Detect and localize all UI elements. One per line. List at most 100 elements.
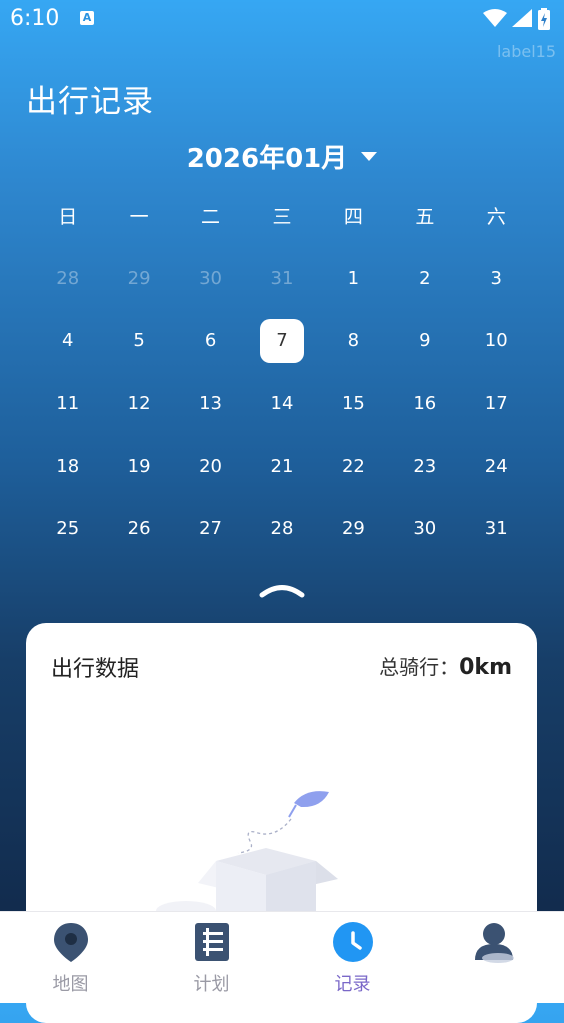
calendar-week-row: 4 5 6 7 8 9 10 bbox=[32, 310, 532, 373]
calendar-day[interactable]: 1 bbox=[318, 247, 389, 310]
bottom-nav: 地图 计划 记录 bbox=[0, 911, 564, 1003]
calendar-day-number: 13 bbox=[199, 392, 222, 414]
calendar-day[interactable]: 30 bbox=[389, 497, 460, 560]
calendar-day[interactable]: 6 bbox=[175, 310, 246, 373]
calendar-grid: 28 29 30 31 1 2 3 4 5 6 7 8 9 10 11 12 13 14 15 16 17 18 19 20 2… bbox=[32, 247, 532, 560]
calendar-day-number: 28 bbox=[270, 518, 294, 540]
month-selector[interactable]: 2026年01月 bbox=[0, 138, 564, 178]
calendar-day[interactable]: 31 bbox=[461, 497, 532, 560]
status-icons bbox=[482, 8, 554, 30]
calendar-day[interactable]: 5 bbox=[103, 310, 174, 373]
calendar-week-row: 28 29 30 31 1 2 3 bbox=[32, 247, 532, 310]
calendar-day[interactable]: 24 bbox=[461, 435, 532, 498]
weekday-label: 四 bbox=[343, 206, 363, 228]
status-time: 6:10 bbox=[10, 6, 60, 31]
calendar-day-number: 24 bbox=[484, 455, 508, 477]
calendar-day[interactable]: 31 bbox=[246, 247, 317, 310]
weekday-label: 六 bbox=[486, 206, 506, 228]
notification-a-icon: A bbox=[80, 11, 94, 25]
calendar-day-number: 21 bbox=[270, 455, 294, 477]
calendar-day-number: 31 bbox=[484, 518, 508, 540]
calendar-day-number: 12 bbox=[127, 392, 151, 414]
calendar-day[interactable]: 30 bbox=[175, 247, 246, 310]
debug-label: label15 bbox=[496, 42, 556, 61]
calendar-day-number: 3 bbox=[490, 267, 502, 289]
empty-box-illustration bbox=[156, 791, 338, 923]
calendar-day[interactable]: 16 bbox=[389, 372, 460, 435]
calendar-day-number: 9 bbox=[419, 330, 431, 352]
calendar-day-number: 29 bbox=[127, 267, 151, 289]
calendar-day[interactable]: 11 bbox=[32, 372, 103, 435]
calendar-day-number: 19 bbox=[127, 455, 151, 477]
nav-label-record: 记录 bbox=[334, 974, 371, 995]
calendar-day-number: 14 bbox=[270, 392, 294, 414]
chevron-up-icon[interactable] bbox=[259, 580, 305, 602]
calendar-day[interactable]: 28 bbox=[32, 247, 103, 310]
signal-icon bbox=[512, 9, 532, 27]
calendar-day[interactable]: 21 bbox=[246, 435, 317, 498]
calendar-day[interactable]: 8 bbox=[318, 310, 389, 373]
calendar-day-number: 17 bbox=[484, 392, 508, 414]
nav-label-plan: 计划 bbox=[193, 974, 230, 995]
calendar-day[interactable]: 3 bbox=[461, 247, 532, 310]
calendar-day[interactable]: 9 bbox=[389, 310, 460, 373]
calendar-day-number: 4 bbox=[61, 330, 74, 352]
calendar-day-number: 15 bbox=[341, 392, 365, 414]
month-label: 2026年01月 bbox=[186, 144, 348, 174]
calendar-day-number: 5 bbox=[133, 330, 145, 352]
calendar-day[interactable]: 29 bbox=[103, 247, 174, 310]
calendar-day[interactable]: 14 bbox=[246, 372, 317, 435]
calendar-day-number: 7 bbox=[259, 318, 304, 363]
calendar-day[interactable]: 26 bbox=[103, 497, 174, 560]
weekday-label: 二 bbox=[201, 206, 221, 228]
card-title: 出行数据 bbox=[51, 657, 140, 682]
calendar-day[interactable]: 2 bbox=[389, 247, 460, 310]
calendar-day[interactable]: 20 bbox=[175, 435, 246, 498]
calendar-day-selected[interactable]: 7 bbox=[246, 310, 317, 373]
calendar-day[interactable]: 23 bbox=[389, 435, 460, 498]
status-bar: 6:10 A bbox=[0, 0, 564, 38]
calendar-day-number: 1 bbox=[347, 267, 360, 289]
map-pin-icon bbox=[53, 923, 88, 962]
calendar-week-row: 18 19 20 21 22 23 24 bbox=[32, 435, 532, 498]
calendar-day[interactable]: 28 bbox=[246, 497, 317, 560]
calendar-day[interactable]: 18 bbox=[32, 435, 103, 498]
calendar-day-number: 16 bbox=[413, 392, 437, 414]
calendar-day[interactable]: 19 bbox=[103, 435, 174, 498]
calendar-day[interactable]: 10 bbox=[461, 310, 532, 373]
clock-icon bbox=[332, 922, 373, 962]
calendar-day[interactable]: 12 bbox=[103, 372, 174, 435]
calendar-day[interactable]: 13 bbox=[175, 372, 246, 435]
caret-down-icon bbox=[361, 152, 378, 161]
calendar-day-number: 11 bbox=[56, 392, 80, 414]
weekday-label: 五 bbox=[415, 206, 435, 228]
weekday-label: 日 bbox=[58, 206, 78, 228]
calendar-day[interactable]: 27 bbox=[175, 497, 246, 560]
calendar-day-number: 2 bbox=[419, 267, 431, 289]
calendar-day[interactable]: 4 bbox=[32, 310, 103, 373]
total-ride-value: 0km bbox=[459, 655, 512, 680]
calendar-day-number: 30 bbox=[413, 518, 437, 540]
nav-item-profile[interactable] bbox=[423, 912, 564, 1003]
calendar-day-number: 8 bbox=[347, 330, 360, 352]
nav-item-record[interactable]: 记录 bbox=[282, 912, 423, 1003]
calendar-day-number: 28 bbox=[56, 267, 80, 289]
calendar-day[interactable]: 22 bbox=[318, 435, 389, 498]
nav-item-map[interactable]: 地图 bbox=[0, 912, 141, 1003]
calendar-week-row: 11 12 13 14 15 16 17 bbox=[32, 372, 532, 435]
calendar-day-number: 23 bbox=[413, 455, 437, 477]
page-title: 出行记录 bbox=[26, 84, 154, 120]
nav-item-plan[interactable]: 计划 bbox=[141, 912, 282, 1003]
calendar-day[interactable]: 29 bbox=[318, 497, 389, 560]
weekday-header: 日 一 二 三 四 五 六 bbox=[32, 202, 532, 229]
total-ride-summary: 总骑行：0km bbox=[379, 651, 512, 680]
nav-label-map: 地图 bbox=[52, 974, 89, 995]
calendar-day-number: 29 bbox=[341, 518, 365, 540]
calendar-day[interactable]: 25 bbox=[32, 497, 103, 560]
plan-list-icon bbox=[194, 923, 229, 961]
calendar-week-row: 25 26 27 28 29 30 31 bbox=[32, 497, 532, 560]
calendar-day[interactable]: 17 bbox=[461, 372, 532, 435]
calendar-day-number: 31 bbox=[270, 267, 294, 289]
calendar-day-number: 18 bbox=[56, 455, 80, 477]
calendar-day[interactable]: 15 bbox=[318, 372, 389, 435]
